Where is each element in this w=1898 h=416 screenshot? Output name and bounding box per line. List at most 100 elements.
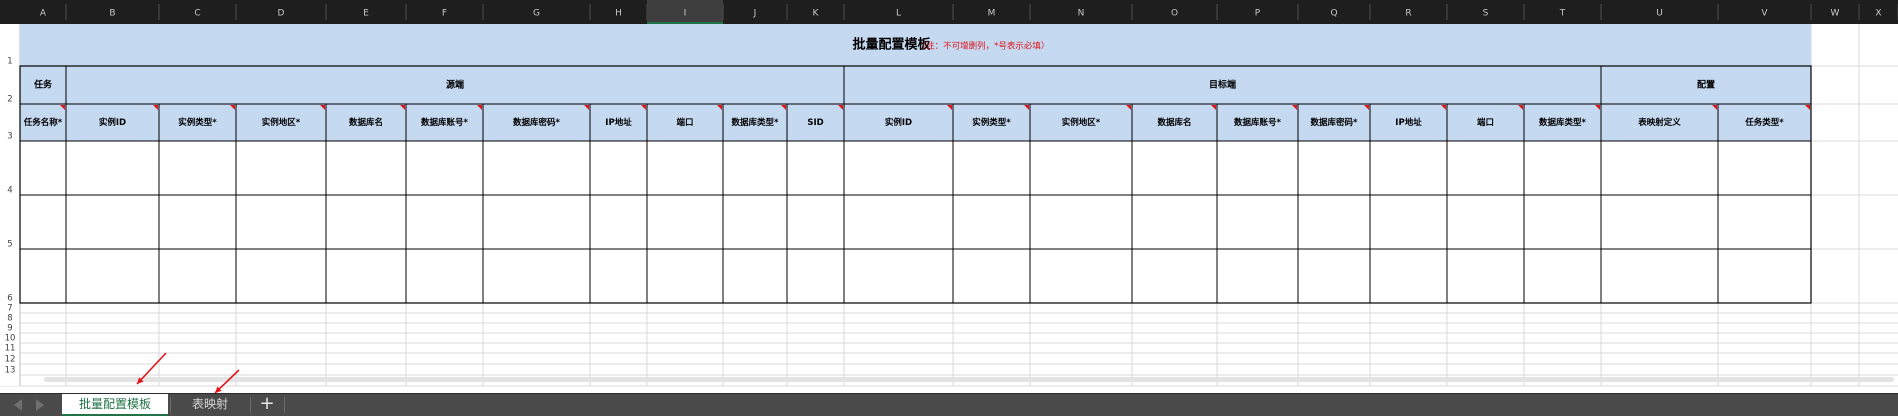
data-cell[interactable] xyxy=(67,142,158,194)
tab-divider xyxy=(250,397,251,413)
data-cell[interactable] xyxy=(1031,196,1131,248)
add-sheet-button[interactable]: + xyxy=(254,394,280,414)
data-cell[interactable] xyxy=(1602,250,1717,302)
data-cell[interactable] xyxy=(1371,142,1446,194)
row-header-12: 12 xyxy=(5,355,16,365)
field-header-source-6: IP地址 xyxy=(605,117,632,128)
row-header-10: 10 xyxy=(5,334,16,344)
column-header-r: R xyxy=(1405,9,1411,19)
row-header-9: 9 xyxy=(7,324,12,334)
data-cell[interactable] xyxy=(327,142,405,194)
data-cell[interactable] xyxy=(788,250,843,302)
data-cell[interactable] xyxy=(484,250,589,302)
previous-sheet-arrow-icon[interactable] xyxy=(14,399,22,411)
data-cell[interactable] xyxy=(1299,196,1369,248)
data-cell[interactable] xyxy=(407,250,482,302)
data-cell[interactable] xyxy=(1719,196,1810,248)
data-cell[interactable] xyxy=(1602,196,1717,248)
group-header-task: 任务 xyxy=(33,79,53,91)
data-cell[interactable] xyxy=(1448,142,1523,194)
data-cell[interactable] xyxy=(1448,250,1523,302)
data-cell[interactable] xyxy=(21,142,65,194)
data-cell[interactable] xyxy=(845,142,952,194)
row-header-8: 8 xyxy=(7,314,12,324)
data-cell[interactable] xyxy=(1218,196,1297,248)
row-header-5: 5 xyxy=(7,240,12,250)
data-cell[interactable] xyxy=(1602,142,1717,194)
column-header-s: S xyxy=(1483,9,1489,19)
column-header-u: U xyxy=(1656,9,1663,19)
data-cell[interactable] xyxy=(407,196,482,248)
column-header-c: C xyxy=(194,9,200,19)
data-cell[interactable] xyxy=(67,196,158,248)
data-cell[interactable] xyxy=(1218,250,1297,302)
data-cell[interactable] xyxy=(1133,250,1216,302)
data-cell[interactable] xyxy=(954,196,1029,248)
data-cell[interactable] xyxy=(1525,250,1600,302)
data-cell[interactable] xyxy=(1525,142,1600,194)
tab-divider xyxy=(170,397,171,413)
column-header-n: N xyxy=(1078,9,1085,19)
data-cell[interactable] xyxy=(648,196,722,248)
sheet-tab-bar: 批量配置模板 表映射 + xyxy=(0,393,1898,416)
field-header-source-0: 实例ID xyxy=(99,117,126,128)
row-header-7: 7 xyxy=(7,304,12,314)
data-cell[interactable] xyxy=(21,250,65,302)
data-cell[interactable] xyxy=(1133,196,1216,248)
field-header-config-1: 任务类型* xyxy=(1744,117,1784,128)
row-header-11: 11 xyxy=(5,344,16,354)
data-cell[interactable] xyxy=(788,142,843,194)
data-cell[interactable] xyxy=(1299,250,1369,302)
data-cell[interactable] xyxy=(407,142,482,194)
data-cell[interactable] xyxy=(954,250,1029,302)
data-cell[interactable] xyxy=(327,196,405,248)
column-header-d: D xyxy=(278,9,285,19)
data-cell[interactable] xyxy=(1371,196,1446,248)
horizontal-scrollbar[interactable] xyxy=(44,377,1894,382)
data-cell[interactable] xyxy=(1218,142,1297,194)
data-cell[interactable] xyxy=(1031,250,1131,302)
data-cell[interactable] xyxy=(21,196,65,248)
data-cell[interactable] xyxy=(327,250,405,302)
column-header-j: J xyxy=(753,9,757,19)
data-cell[interactable] xyxy=(1448,196,1523,248)
data-cell[interactable] xyxy=(845,250,952,302)
data-cell[interactable] xyxy=(591,142,646,194)
data-cell[interactable] xyxy=(237,142,325,194)
data-cell[interactable] xyxy=(724,196,786,248)
data-cell[interactable] xyxy=(160,250,235,302)
data-cell[interactable] xyxy=(237,250,325,302)
group-header-config: 配置 xyxy=(1697,80,1715,91)
data-cell[interactable] xyxy=(648,250,722,302)
data-cell[interactable] xyxy=(1371,250,1446,302)
data-cell[interactable] xyxy=(484,196,589,248)
field-header-target-6: IP地址 xyxy=(1395,117,1422,128)
row-header-13: 13 xyxy=(5,366,16,376)
grid-canvas[interactable]: A B C D E F G H I J K L M N O P Q R S T U V W X1234567891011121… xyxy=(0,0,1898,394)
sheet-tab-batch-template[interactable]: 批量配置模板 xyxy=(62,394,168,416)
data-cell[interactable] xyxy=(160,142,235,194)
data-cell[interactable] xyxy=(67,250,158,302)
data-cell[interactable] xyxy=(1525,196,1600,248)
data-cell[interactable] xyxy=(237,196,325,248)
data-cell[interactable] xyxy=(648,142,722,194)
data-cell[interactable] xyxy=(1299,142,1369,194)
column-header-q: Q xyxy=(1330,9,1337,19)
data-cell[interactable] xyxy=(845,196,952,248)
data-cell[interactable] xyxy=(160,196,235,248)
data-cell[interactable] xyxy=(1031,142,1131,194)
data-cell[interactable] xyxy=(788,196,843,248)
data-cell[interactable] xyxy=(591,250,646,302)
data-cell[interactable] xyxy=(724,142,786,194)
data-cell[interactable] xyxy=(484,142,589,194)
next-sheet-arrow-icon[interactable] xyxy=(36,399,44,411)
data-cell[interactable] xyxy=(724,250,786,302)
data-cell[interactable] xyxy=(1719,142,1810,194)
sheet-tab-table-mapping[interactable]: 表映射 xyxy=(172,394,248,414)
data-cell[interactable] xyxy=(1133,142,1216,194)
field-header-source-5: 数据库密码* xyxy=(513,117,561,128)
data-cell[interactable] xyxy=(1719,250,1810,302)
data-cell[interactable] xyxy=(954,142,1029,194)
data-cell[interactable] xyxy=(591,196,646,248)
spreadsheet-grid[interactable]: A B C D E F G H I J K L M N O P Q R S T U V W X 1 2 3 4 5 6 7 8 9 10 11 12 1… xyxy=(0,0,1898,394)
